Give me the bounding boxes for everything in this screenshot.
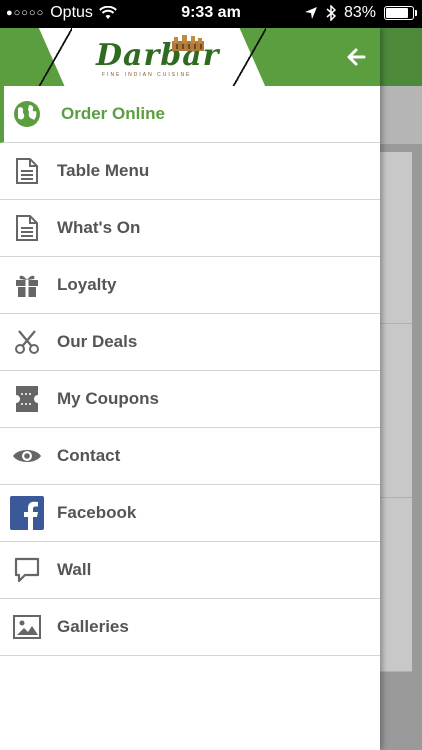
logo-edge xyxy=(38,28,72,86)
logo-tagline: FINE INDIAN CUISINE xyxy=(102,72,192,78)
palace-icon xyxy=(172,35,204,51)
status-bar: ●○○○○ Optus 9:33 am 83% xyxy=(0,0,422,28)
menu-item-label: Wall xyxy=(57,560,92,579)
menu-item-wall[interactable]: Wall xyxy=(0,542,380,599)
menu-item-loyalty[interactable]: Loyalty xyxy=(0,257,380,314)
battery-icon xyxy=(384,6,417,20)
gift-icon xyxy=(12,270,42,300)
battery-fill xyxy=(386,8,408,18)
location-arrow-icon xyxy=(304,7,317,19)
drawer-menu: Order Online Table Menu What's On Loyalt… xyxy=(0,86,380,656)
chat-bubble-icon xyxy=(12,555,42,585)
arrow-left-icon[interactable] xyxy=(346,47,366,67)
menu-item-label: Order Online xyxy=(61,104,165,123)
menu-item-label: What's On xyxy=(57,218,141,237)
background-card[interactable] xyxy=(380,324,412,498)
darbar-logo[interactable]: Darbar FINE INDIAN CUISINE xyxy=(90,34,220,80)
background-card[interactable] xyxy=(380,152,412,324)
document-icon xyxy=(12,156,42,186)
eye-icon xyxy=(12,441,42,471)
background-strip xyxy=(380,86,422,144)
menu-item-label: Our Deals xyxy=(57,332,138,351)
menu-item-label: Table Menu xyxy=(57,161,150,180)
image-icon xyxy=(12,612,42,642)
menu-item-galleries[interactable]: Galleries xyxy=(0,599,380,656)
facebook-icon xyxy=(10,496,44,530)
menu-item-order-online[interactable]: Order Online xyxy=(0,86,380,143)
menu-item-label: My Coupons xyxy=(57,389,159,408)
menu-item-my-coupons[interactable]: My Coupons xyxy=(0,371,380,428)
menu-item-label: Galleries xyxy=(57,617,129,636)
status-right: 83% xyxy=(304,4,417,22)
ticket-icon xyxy=(12,384,42,414)
menu-item-label: Contact xyxy=(57,446,121,465)
menu-item-facebook[interactable]: Facebook xyxy=(0,485,380,542)
menu-item-label: Facebook xyxy=(57,503,137,522)
logo-edge xyxy=(232,28,266,86)
menu-item-whats-on[interactable]: What's On xyxy=(0,200,380,257)
menu-item-table-menu[interactable]: Table Menu xyxy=(0,143,380,200)
document-icon xyxy=(12,213,42,243)
navigation-drawer: Darbar FINE INDIAN CUISINE Order Online … xyxy=(0,28,380,750)
background-card[interactable] xyxy=(380,498,412,672)
menu-item-our-deals[interactable]: Our Deals xyxy=(0,314,380,371)
battery-percent: 83% xyxy=(343,4,376,21)
bluetooth-icon xyxy=(326,5,336,21)
menu-item-contact[interactable]: Contact xyxy=(0,428,380,485)
menu-item-label: Loyalty xyxy=(57,275,117,294)
drawer-header: Darbar FINE INDIAN CUISINE xyxy=(0,28,380,86)
scissors-icon xyxy=(12,327,42,357)
globe-icon xyxy=(12,99,42,129)
